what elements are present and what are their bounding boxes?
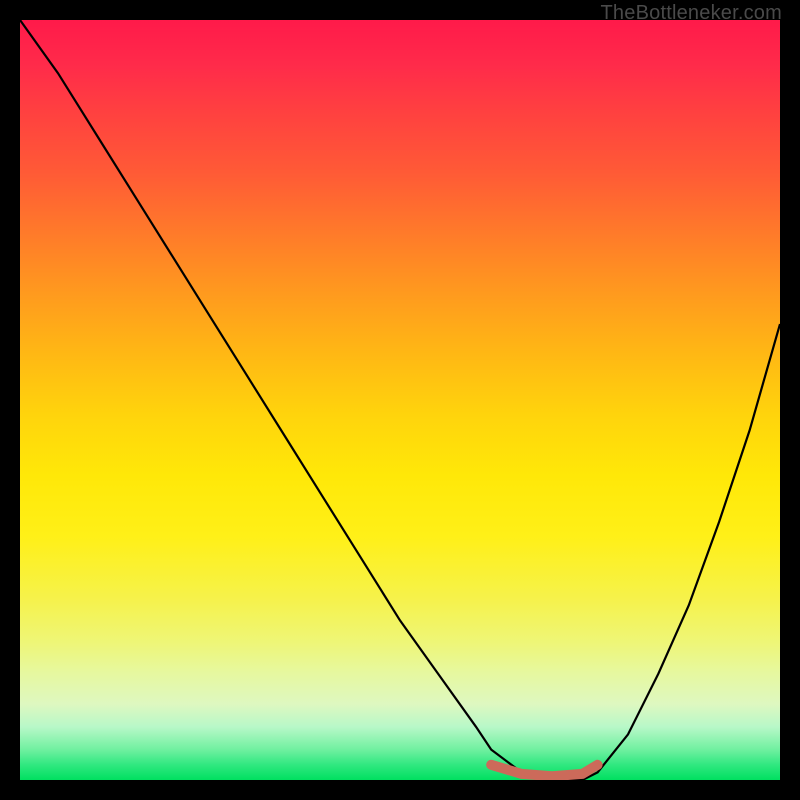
chart-svg xyxy=(20,20,780,780)
chart-frame: TheBottleneker.com xyxy=(0,0,800,800)
plot-area xyxy=(20,20,780,780)
bottleneck-curve xyxy=(20,20,780,780)
highlight-band xyxy=(491,765,597,776)
